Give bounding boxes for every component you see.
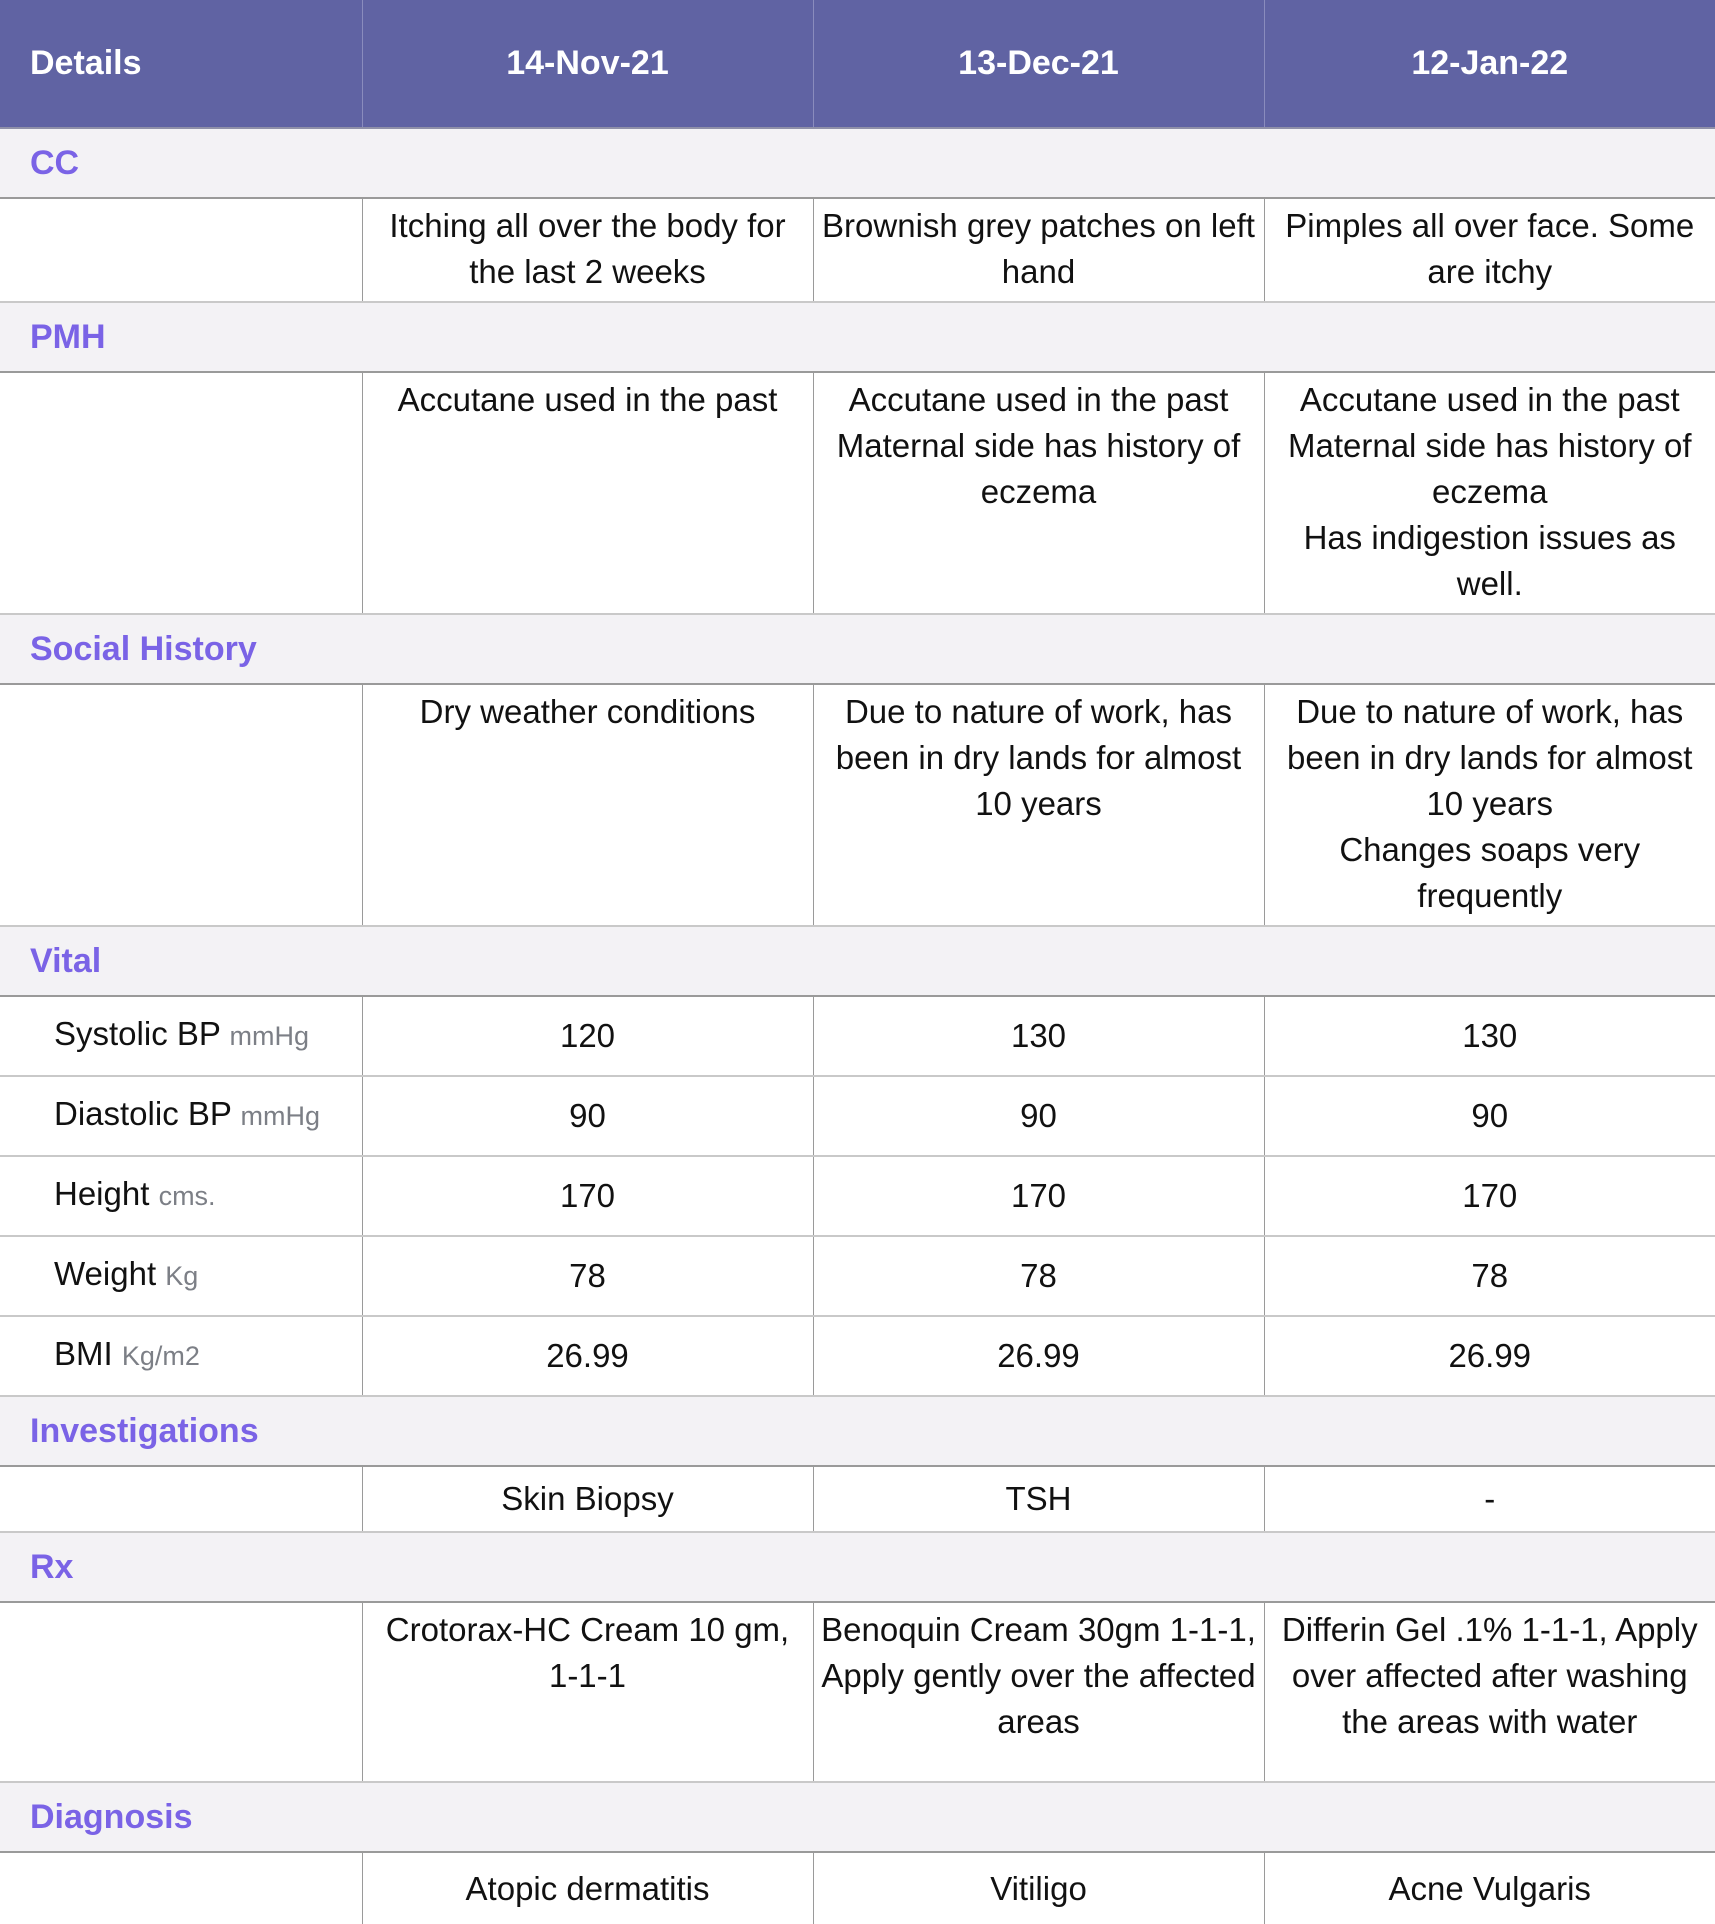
empty-label-cell (0, 372, 363, 615)
cc-cell: Brownish grey patches on left hand (813, 198, 1265, 303)
vital-row-bmi: BMI Kg/m2 26.99 26.99 26.99 (0, 1316, 1715, 1397)
investigation-cell: - (1264, 1466, 1715, 1533)
cc-row: Itching all over the body for the last 2… (0, 198, 1715, 303)
section-pmh: PMH (0, 302, 1715, 373)
empty-label-cell (0, 198, 363, 303)
diagnosis-cell: Atopic dermatitis (362, 1852, 814, 1924)
vital-name: Diastolic BP (54, 1095, 232, 1132)
cc-text: Pimples all over face. Some are itchy (1285, 207, 1695, 290)
cc-text: Brownish grey patches on left hand (822, 207, 1255, 290)
vital-label: Weight Kg (0, 1236, 363, 1317)
section-rx: Rx (0, 1532, 1715, 1603)
vital-value: 26.99 (362, 1316, 814, 1397)
section-social-history: Social History (0, 614, 1715, 685)
vital-value: 78 (362, 1236, 814, 1317)
header-row: Details 14-Nov-21 13-Dec-21 12-Jan-22 (0, 0, 1715, 129)
rx-cell: Benoquin Cream 30gm 1-1-1, Apply gently … (813, 1602, 1265, 1783)
investigation-cell: Skin Biopsy (362, 1466, 814, 1533)
social-cell: Due to nature of work, has been in dry l… (813, 684, 1265, 927)
header-date: 12-Jan-22 (1264, 0, 1715, 129)
vital-name: Systolic BP (54, 1015, 221, 1052)
pmh-row: Accutane used in the past Accutane used … (0, 372, 1715, 615)
vital-value: 120 (362, 996, 814, 1077)
vital-value: 170 (813, 1156, 1265, 1237)
section-vital: Vital (0, 926, 1715, 997)
social-line: Changes soaps very frequently (1339, 831, 1641, 914)
cc-cell: Pimples all over face. Some are itchy (1264, 198, 1715, 303)
vital-unit: cms. (158, 1181, 216, 1211)
vital-label: BMI Kg/m2 (0, 1316, 363, 1397)
vital-row-diastolic: Diastolic BP mmHg 90 90 90 (0, 1076, 1715, 1157)
rx-cell: Differin Gel .1% 1-1-1, Apply over affec… (1264, 1602, 1715, 1783)
pmh-line: Accutane used in the past (848, 381, 1229, 418)
social-cell: Dry weather conditions (362, 684, 814, 927)
vital-unit: mmHg (240, 1101, 320, 1131)
vital-name: Height (54, 1175, 150, 1212)
vital-value: 90 (813, 1076, 1265, 1157)
vital-label: Systolic BP mmHg (0, 996, 363, 1077)
header-date: 13-Dec-21 (813, 0, 1265, 129)
diagnosis-cell: Vitiligo (813, 1852, 1265, 1924)
pmh-cell: Accutane used in the past (362, 372, 814, 615)
pmh-line: Accutane used in the past (397, 381, 778, 418)
header-details: Details (0, 0, 363, 129)
section-title: PMH (0, 302, 1715, 373)
vital-label: Height cms. (0, 1156, 363, 1237)
investigations-row: Skin Biopsy TSH - (0, 1466, 1715, 1533)
empty-label-cell (0, 1602, 363, 1783)
patient-visit-table: Details 14-Nov-21 13-Dec-21 12-Jan-22 CC… (0, 0, 1715, 1924)
cc-cell: Itching all over the body for the last 2… (362, 198, 814, 303)
pmh-line: Has indigestion issues as well. (1303, 519, 1676, 602)
diagnosis-row: Atopic dermatitis Vitiligo Acne Vulgaris (0, 1852, 1715, 1924)
vital-value: 78 (1264, 1236, 1715, 1317)
vital-value: 26.99 (813, 1316, 1265, 1397)
cc-text: Itching all over the body for the last 2… (389, 207, 786, 290)
social-row: Dry weather conditions Due to nature of … (0, 684, 1715, 927)
social-line: Due to nature of work, has been in dry l… (1287, 693, 1693, 822)
vital-name: Weight (54, 1255, 157, 1292)
vital-value: 130 (813, 996, 1265, 1077)
rx-cell: Crotorax-HC Cream 10 gm, 1-1-1 (362, 1602, 814, 1783)
empty-label-cell (0, 1466, 363, 1533)
section-title: Rx (0, 1532, 1715, 1603)
section-diagnosis: Diagnosis (0, 1782, 1715, 1853)
diagnosis-cell: Acne Vulgaris (1388, 1869, 1591, 1907)
vital-row-systolic: Systolic BP mmHg 120 130 130 (0, 996, 1715, 1077)
vital-row-height: Height cms. 170 170 170 (0, 1156, 1715, 1237)
vital-value: 170 (362, 1156, 814, 1237)
vital-unit: mmHg (229, 1021, 309, 1051)
empty-label-cell (0, 684, 363, 927)
vital-row-weight: Weight Kg 78 78 78 (0, 1236, 1715, 1317)
vital-value: 90 (362, 1076, 814, 1157)
section-investigations: Investigations (0, 1396, 1715, 1467)
section-title: Social History (0, 614, 1715, 685)
social-line: Due to nature of work, has been in dry l… (835, 693, 1242, 822)
vital-value: 78 (813, 1236, 1265, 1317)
section-title: Diagnosis (0, 1782, 1715, 1853)
investigation-cell: TSH (813, 1466, 1265, 1533)
pmh-line: Accutane used in the past (1299, 381, 1680, 418)
section-title: CC (0, 128, 1715, 199)
pmh-cell: Accutane used in the past Maternal side … (813, 372, 1265, 615)
pmh-line: Maternal side has history of eczema (836, 427, 1241, 510)
vital-value: 170 (1264, 1156, 1715, 1237)
vital-unit: Kg/m2 (121, 1341, 200, 1371)
header-date: 14-Nov-21 (362, 0, 814, 129)
section-title: Vital (0, 926, 1715, 997)
vital-value: 90 (1264, 1076, 1715, 1157)
vital-name: BMI (54, 1335, 113, 1372)
empty-label-cell (0, 1852, 363, 1924)
vital-value: 130 (1264, 996, 1715, 1077)
social-cell: Due to nature of work, has been in dry l… (1264, 684, 1715, 927)
rx-row: Crotorax-HC Cream 10 gm, 1-1-1 Benoquin … (0, 1602, 1715, 1783)
vital-value: 26.99 (1264, 1316, 1715, 1397)
pmh-line: Maternal side has history of eczema (1287, 427, 1692, 510)
vital-unit: Kg (165, 1261, 199, 1291)
section-title: Investigations (0, 1396, 1715, 1467)
section-cc: CC (0, 128, 1715, 199)
pmh-cell: Accutane used in the past Maternal side … (1264, 372, 1715, 615)
social-line: Dry weather conditions (419, 693, 756, 730)
vital-label: Diastolic BP mmHg (0, 1076, 363, 1157)
